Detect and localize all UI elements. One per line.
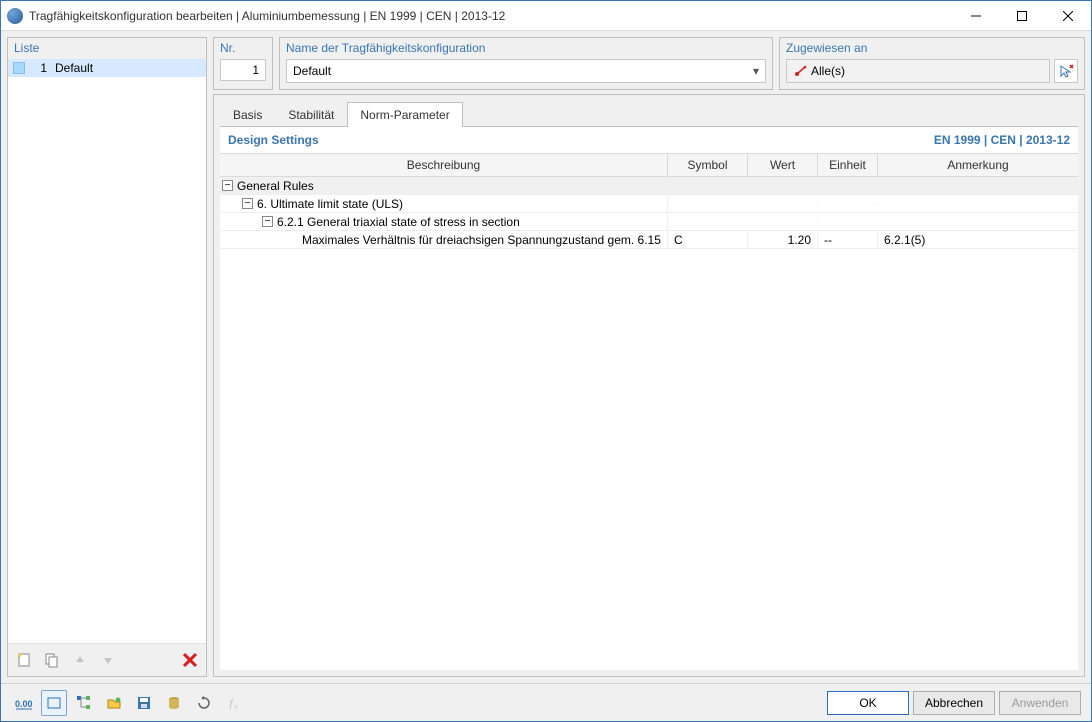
col-symbol: Symbol [668,154,748,176]
name-label: Name der Tragfähigkeitskonfiguration [286,41,766,55]
row-desc: 6.2.1 General triaxial state of stress i… [277,215,520,229]
grid-header: Beschreibung Symbol Wert Einheit Anmerku… [220,154,1078,177]
name-select[interactable]: Default ▾ [286,59,766,83]
save-button[interactable] [131,690,157,716]
close-button[interactable] [1045,1,1091,31]
bottom-toolbar: 0.00 ƒx OK Abbrechen Anwenden [1,683,1091,721]
cursor-pick-icon [1058,63,1074,79]
app-icon [7,8,23,24]
tabs-panel: Basis Stabilität Norm-Parameter Design S… [213,94,1085,677]
svg-text:x: x [234,704,238,711]
row-unit: -- [818,232,878,248]
section-norm: EN 1999 | CEN | 2013-12 [934,133,1070,147]
tab-norm-parameter[interactable]: Norm-Parameter [347,102,462,127]
grid-body[interactable]: − General Rules − 6. Ultimate limit stat… [220,177,1078,670]
tree-icon [76,695,92,711]
rectangle-icon [46,695,62,711]
assigned-field-box: Zugewiesen an Alle(s) [779,37,1085,90]
maximize-button[interactable] [999,1,1045,31]
delete-x-icon [183,653,197,667]
units-button[interactable]: 0.00 [11,690,37,716]
arrow-up-icon [72,652,88,668]
collapse-toggle-icon[interactable]: − [222,180,233,191]
number-input[interactable] [220,59,266,81]
folder-open-icon [106,695,122,711]
assign-pick-button[interactable] [1054,59,1078,83]
copy-icon [44,652,60,668]
row-desc: 6. Ultimate limit state (ULS) [257,197,403,211]
maximize-icon [1017,11,1027,21]
color-swatch-icon [13,62,25,74]
tab-basis[interactable]: Basis [220,102,275,127]
function-button: ƒx [221,690,247,716]
row-desc: General Rules [237,179,314,193]
delete-config-button[interactable] [178,648,202,672]
table-row[interactable]: − General Rules [220,177,1078,195]
row-symbol: C [668,232,748,248]
assign-members-icon [793,64,807,78]
database-button[interactable] [161,690,187,716]
function-icon: ƒx [226,695,242,711]
tab-content: Design Settings EN 1999 | CEN | 2013-12 … [220,126,1078,670]
tree-view-button[interactable] [71,690,97,716]
tab-stabilitaet[interactable]: Stabilität [275,102,347,127]
tabs-header: Basis Stabilität Norm-Parameter [214,95,1084,126]
list-item-name: Default [55,61,93,75]
table-row[interactable]: − 6. Ultimate limit state (ULS) [220,195,1078,213]
name-field-box: Name der Tragfähigkeitskonfiguration Def… [279,37,773,90]
reset-button[interactable] [191,690,217,716]
col-value: Wert [748,154,818,176]
view-mode-button[interactable] [41,690,67,716]
copy-config-button[interactable] [40,648,64,672]
col-unit: Einheit [818,154,878,176]
reset-icon [196,695,212,711]
collapse-toggle-icon[interactable]: − [262,216,273,227]
import-button[interactable] [101,690,127,716]
assigned-label: Zugewiesen an [786,41,1078,55]
collapse-toggle-icon[interactable]: − [242,198,253,209]
move-down-button [96,648,120,672]
minimize-button[interactable] [953,1,999,31]
assigned-value: Alle(s) [811,64,845,78]
title-bar: Tragfähigkeitskonfiguration bearbeiten |… [1,1,1091,31]
new-config-button[interactable] [12,648,36,672]
chevron-down-icon: ▾ [753,64,759,78]
units-icon: 0.00 [15,696,33,710]
apply-button: Anwenden [999,691,1081,715]
database-icon [166,695,182,711]
row-note: 6.2.1(5) [878,232,1078,248]
list-label: Liste [8,38,206,59]
config-list-panel: Liste 1 Default [7,37,207,677]
table-row[interactable]: − 6.2.1 General triaxial state of stress… [220,213,1078,231]
assigned-display: Alle(s) [786,59,1050,83]
save-icon [136,695,152,711]
section-title: Design Settings [228,133,319,147]
row-desc: Maximales Verhältnis für dreiachsigen Sp… [302,233,661,247]
move-up-button [68,648,92,672]
minimize-icon [971,11,981,21]
window-title: Tragfähigkeitskonfiguration bearbeiten |… [29,9,953,23]
col-note: Anmerkung [878,154,1078,176]
row-value[interactable]: 1.20 [748,232,818,248]
list-item[interactable]: 1 Default [8,59,206,77]
cancel-button[interactable]: Abbrechen [913,691,995,715]
config-list[interactable]: 1 Default [8,59,206,643]
table-row[interactable]: Maximales Verhältnis für dreiachsigen Sp… [220,231,1078,249]
new-doc-icon [16,652,32,668]
name-select-value: Default [293,64,331,78]
list-toolbar [8,643,206,676]
number-field-box: Nr. [213,37,273,90]
list-item-number: 1 [33,61,47,75]
svg-text:0.00: 0.00 [15,699,33,709]
ok-button[interactable]: OK [827,691,909,715]
col-description: Beschreibung [220,154,668,176]
arrow-down-icon [100,652,116,668]
close-icon [1063,11,1073,21]
number-label: Nr. [220,41,266,55]
